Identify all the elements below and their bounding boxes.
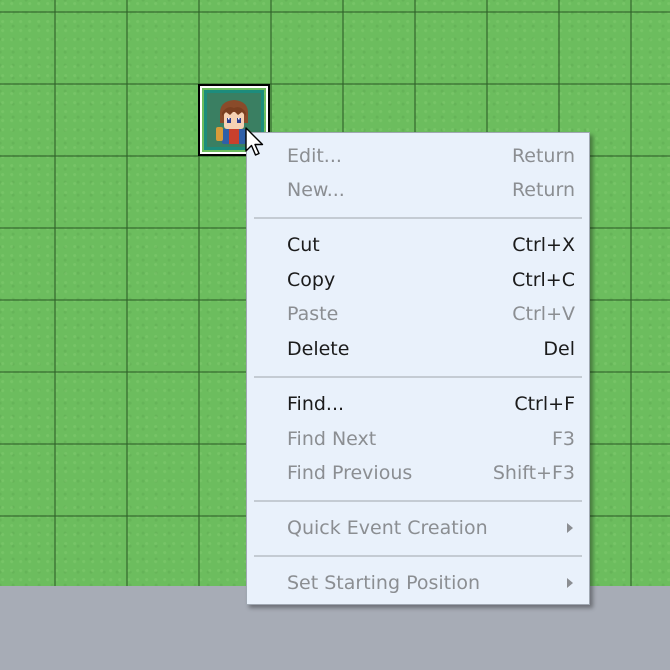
submenu-arrow-icon [567, 578, 573, 588]
menu-item-label: Find Previous [287, 462, 413, 484]
menu-separator [254, 555, 582, 557]
menu-item-shortcut: Ctrl+F [514, 393, 575, 415]
submenu-arrow-icon [567, 523, 573, 533]
menu-item-label: New... [287, 179, 345, 201]
menu-item-edit[interactable]: Edit... Return [247, 140, 589, 172]
menu-item-shortcut: Del [543, 338, 575, 360]
menu-item-find[interactable]: Find... Ctrl+F [247, 388, 589, 420]
menu-item-shortcut: Ctrl+X [512, 234, 575, 256]
menu-item-quick-event-creation[interactable]: Quick Event Creation [247, 512, 589, 544]
menu-item-label: Copy [287, 269, 336, 291]
menu-item-label: Quick Event Creation [287, 517, 488, 539]
menu-item-new[interactable]: New... Return [247, 174, 589, 206]
menu-item-find-previous[interactable]: Find Previous Shift+F3 [247, 457, 589, 489]
menu-item-label: Delete [287, 338, 350, 360]
menu-item-label: Find Next [287, 428, 377, 450]
menu-item-shortcut: Return [511, 179, 575, 201]
menu-item-paste[interactable]: Paste Ctrl+V [247, 298, 589, 330]
menu-item-delete[interactable]: Delete Del [247, 333, 589, 365]
menu-separator [254, 217, 582, 219]
menu-item-label: Edit... [287, 145, 342, 167]
menu-item-find-next[interactable]: Find Next F3 [247, 423, 589, 455]
menu-item-shortcut: Ctrl+V [512, 303, 575, 325]
menu-item-shortcut: Shift+F3 [492, 462, 575, 484]
menu-item-label: Find... [287, 393, 345, 415]
menu-item-shortcut: Return [511, 145, 575, 167]
menu-item-label: Cut [287, 234, 320, 256]
menu-item-set-starting-position[interactable]: Set Starting Position [247, 567, 589, 599]
context-menu: Edit... Return New... Return Cut Ctrl+X … [246, 132, 590, 605]
menu-item-copy[interactable]: Copy Ctrl+C [247, 264, 589, 296]
menu-separator [254, 500, 582, 502]
menu-item-cut[interactable]: Cut Ctrl+X [247, 229, 589, 261]
menu-item-label: Set Starting Position [287, 572, 481, 594]
mouse-pointer-icon [245, 127, 267, 159]
menu-item-shortcut: Ctrl+C [512, 269, 575, 291]
menu-separator [254, 376, 582, 378]
menu-item-shortcut: F3 [551, 428, 575, 450]
menu-item-label: Paste [287, 303, 339, 325]
